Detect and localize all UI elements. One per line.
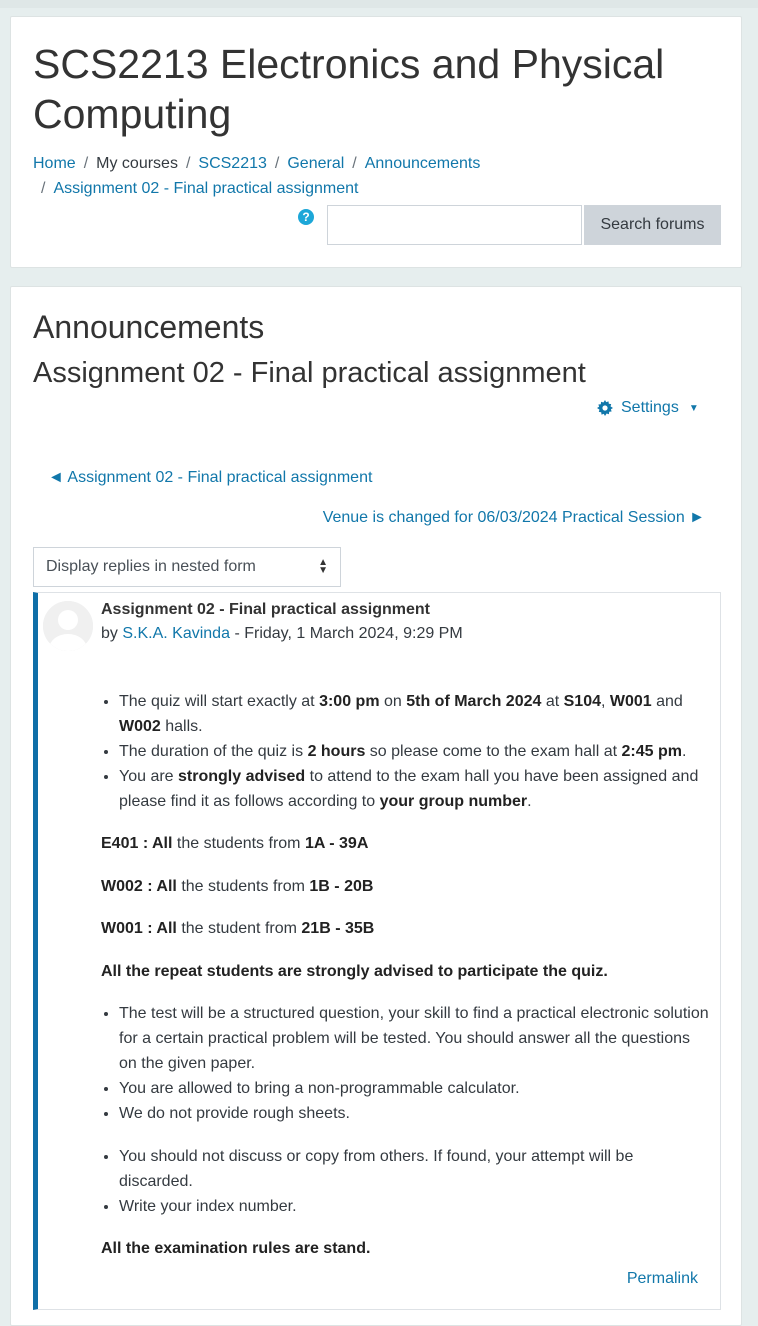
breadcrumb-home[interactable]: Home (33, 155, 76, 172)
forum-title: Announcements (33, 309, 265, 345)
rules-note: All the examination rules are stand. (101, 1240, 371, 1257)
next-discussion-link[interactable]: Venue is changed for 06/03/2024 Practica… (323, 509, 705, 527)
gear-icon (597, 400, 613, 416)
forum-post: Assignment 02 - Final practical assignme… (33, 592, 721, 1310)
breadcrumb: Home / My courses / SCS2213 / General / Announce… (33, 151, 633, 201)
venue-e401: E401 : All the students from 1A - 39A (101, 835, 369, 852)
list-item: You are strongly advised to attend to th… (119, 764, 711, 814)
top-strip (0, 0, 758, 8)
permalink-link[interactable]: Permalink (627, 1270, 698, 1288)
post-list-3: You should not discuss or copy from othe… (101, 1144, 711, 1219)
previous-discussion-link[interactable]: ◄ Assignment 02 - Final practical assign… (48, 469, 372, 487)
course-title: SCS2213 Electronics and Physical Computi… (33, 41, 665, 137)
main-content-card: Announcements Assignment 02 - Final prac… (10, 286, 742, 1326)
display-mode-value: Display replies in nested form (46, 558, 256, 575)
post-author-link[interactable]: S.K.A. Kavinda (122, 625, 230, 642)
list-item: You should not discuss or copy from othe… (119, 1144, 711, 1194)
post-list-1: The quiz will start exactly at 3:00 pm o… (101, 689, 711, 814)
post-byline: by S.K.A. Kavinda - Friday, 1 March 2024… (101, 625, 463, 643)
breadcrumb-separator: / (352, 155, 357, 172)
select-arrows-icon: ▲ ▼ (318, 557, 328, 576)
breadcrumb-my-courses: My courses (96, 155, 178, 172)
list-item: Write your index number. (119, 1194, 711, 1219)
search-forums-input[interactable] (327, 205, 582, 245)
breadcrumb-separator: / (83, 155, 89, 172)
page-header-card: SCS2213 Electronics and Physical Computi… (10, 16, 742, 268)
avatar[interactable] (43, 601, 93, 651)
post-list-2: The test will be a structured question, … (101, 1001, 711, 1126)
breadcrumb-announcements[interactable]: Announcements (365, 155, 481, 172)
user-placeholder-icon (43, 601, 93, 651)
post-by-label: by (101, 625, 118, 642)
venue-w002: W002 : All the students from 1B - 20B (101, 878, 374, 895)
list-item: We do not provide rough sheets. (119, 1101, 711, 1126)
breadcrumb-course[interactable]: SCS2213 (198, 155, 267, 172)
list-item: The quiz will start exactly at 3:00 pm o… (119, 689, 711, 739)
post-subject: Assignment 02 - Final practical assignme… (101, 601, 430, 618)
help-icon[interactable]: ? (298, 209, 314, 225)
list-item: The test will be a structured question, … (119, 1001, 711, 1076)
breadcrumb-separator: / (185, 155, 191, 172)
repeat-students-note: All the repeat students are strongly adv… (101, 963, 608, 980)
settings-menu[interactable]: Settings ▼ (597, 399, 699, 417)
breadcrumb-separator: / (274, 155, 280, 172)
breadcrumb-current[interactable]: Assignment 02 - Final practical assignme… (53, 180, 358, 197)
post-date: - Friday, 1 March 2024, 9:29 PM (234, 625, 463, 642)
breadcrumb-general[interactable]: General (287, 155, 344, 172)
display-mode-select[interactable]: Display replies in nested form ▲ ▼ (33, 547, 341, 587)
settings-label: Settings (621, 399, 679, 416)
venue-w001: W001 : All the student from 21B - 35B (101, 920, 375, 937)
chevron-down-icon: ▼ (688, 402, 699, 414)
list-item: The duration of the quiz is 2 hours so p… (119, 739, 711, 764)
search-forums-button[interactable]: Search forums (584, 205, 721, 245)
post-body: The quiz will start exactly at 3:00 pm o… (101, 689, 711, 1261)
breadcrumb-separator: / (41, 180, 46, 197)
discussion-title: Assignment 02 - Final practical assignme… (33, 357, 586, 389)
list-item: You are allowed to bring a non-programma… (119, 1076, 711, 1101)
